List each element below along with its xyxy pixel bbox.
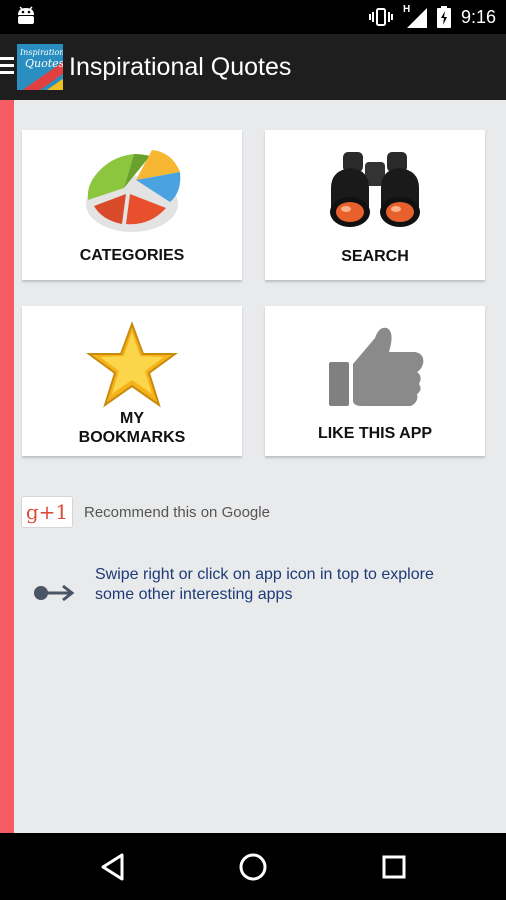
like-app-label: LIKE THIS APP — [317, 425, 433, 442]
app-icon-text-bottom: Quotes — [25, 57, 63, 70]
categories-tile[interactable]: CATEGORIES — [22, 130, 242, 280]
my-label: MY — [120, 410, 144, 427]
page-title: Inspirational Quotes — [69, 53, 292, 81]
vibrate-icon — [368, 8, 393, 26]
clock: 9:16 — [460, 6, 496, 27]
battery-icon — [436, 6, 451, 28]
nav-bar — [0, 833, 506, 900]
status-bar: H 9:16 — [0, 0, 506, 34]
app-icon-text-top: Inspirational — [20, 48, 63, 57]
star-icon — [86, 321, 178, 408]
back-icon — [101, 853, 124, 880]
back-button[interactable] — [78, 833, 148, 900]
main-content: CATEGORIES SEARCH MY BOOKMARKS LIKE THIS… — [0, 100, 506, 833]
recommend-text: Recommend this on Google — [84, 503, 270, 521]
google-plus-one-button[interactable]: g+1 — [21, 496, 73, 528]
menu-icon[interactable] — [0, 57, 14, 78]
recents-button[interactable] — [359, 833, 429, 900]
recents-icon — [382, 855, 406, 878]
bookmarks-tile[interactable]: MY BOOKMARKS — [22, 306, 242, 456]
binoculars-icon — [330, 152, 420, 227]
bookmarks-label: BOOKMARKS — [78, 429, 186, 446]
home-icon — [239, 853, 267, 880]
swipe-hint: Swipe right or click on app icon in top … — [33, 565, 475, 605]
swipe-hint-line2: some other interesting apps — [95, 586, 293, 603]
drawer-edge-strip[interactable] — [0, 100, 14, 833]
search-label: SEARCH — [341, 248, 409, 265]
like-app-tile[interactable]: LIKE THIS APP — [265, 306, 485, 456]
home-button[interactable] — [218, 833, 288, 900]
categories-label: CATEGORIES — [79, 247, 185, 264]
google-plus-row: g+1 Recommend this on Google — [21, 495, 270, 529]
app-bar: Inspirational Quotes Inspirational Quote… — [0, 34, 506, 100]
app-icon[interactable]: Inspirational Quotes — [17, 44, 63, 90]
swipe-hint-line1: Swipe right or click on app icon in top … — [95, 566, 434, 583]
search-tile[interactable]: SEARCH — [265, 130, 485, 280]
thumbs-up-icon — [329, 327, 424, 406]
pie-chart-icon — [86, 150, 181, 232]
swipe-arrow-icon — [34, 584, 75, 602]
android-icon — [18, 6, 34, 24]
signal-icon: H — [403, 4, 427, 28]
